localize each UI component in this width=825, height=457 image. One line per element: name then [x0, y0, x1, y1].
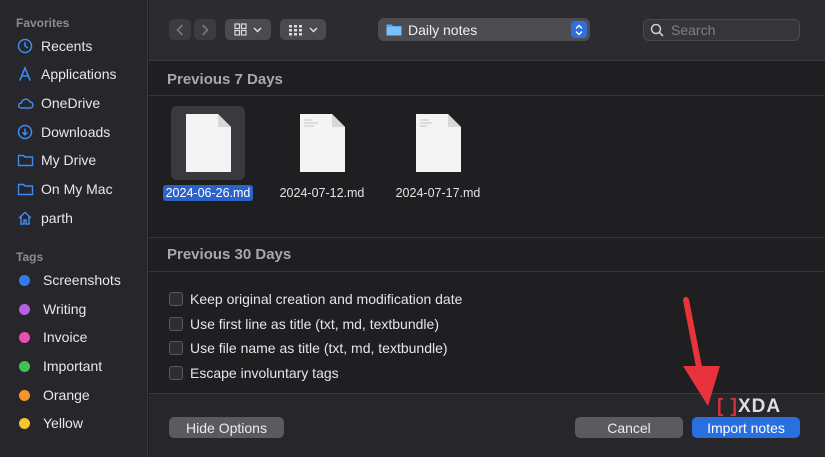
file-name: 2024-07-12.md — [279, 186, 365, 200]
forward-button[interactable] — [194, 19, 216, 40]
chevron-left-icon — [176, 23, 184, 36]
sidebar-item-applications[interactable]: Applications — [16, 62, 117, 86]
file-item[interactable]: 2024-06-26.md — [153, 106, 263, 206]
tag-color-dot — [19, 303, 30, 315]
sidebar-tag-invoice[interactable]: Invoice — [16, 325, 87, 349]
option-escape-tags[interactable]: Escape involuntary tags — [169, 363, 339, 383]
xda-logo-text: XDA — [737, 396, 782, 417]
file-item[interactable]: 2024-07-12.md — [267, 106, 377, 206]
grid-icon — [234, 23, 247, 36]
sidebar-item-label: parth — [41, 210, 73, 226]
file-browser: Previous 7 Days 2024-06-26.md 2024-07-12… — [149, 62, 825, 392]
checkbox[interactable] — [169, 292, 183, 306]
tag-color-dot — [19, 389, 30, 401]
checkbox[interactable] — [169, 366, 183, 380]
location-stepper — [571, 21, 587, 38]
folder-icon — [16, 151, 34, 169]
option-label: Keep original creation and modification … — [190, 291, 463, 307]
divider — [149, 95, 825, 96]
option-keep-date[interactable]: Keep original creation and modification … — [169, 289, 462, 309]
chevron-up-down-icon — [575, 24, 583, 35]
tags-heading: Tags — [16, 250, 44, 264]
sidebar-item-label: Important — [43, 358, 103, 374]
tag-color-dot — [19, 417, 30, 429]
clock-icon — [16, 37, 34, 55]
sidebar-tag-orange[interactable]: Orange — [16, 383, 90, 407]
folder-icon — [16, 180, 34, 198]
option-label: Escape involuntary tags — [190, 365, 339, 381]
document-icon — [285, 106, 359, 180]
sidebar-item-downloads[interactable]: Downloads — [16, 120, 110, 144]
tag-color-dot — [19, 360, 30, 372]
hide-options-button[interactable]: Hide Options — [169, 417, 284, 438]
file-name: 2024-06-26.md — [162, 185, 254, 201]
chevron-down-icon — [309, 26, 318, 33]
option-file-name-title[interactable]: Use file name as title (txt, md, textbun… — [169, 338, 448, 358]
sidebar-item-on-my-mac[interactable]: On My Mac — [16, 177, 113, 201]
group-view-button[interactable] — [280, 19, 326, 40]
chevron-down-icon — [253, 26, 262, 33]
sidebar-item-label: Screenshots — [43, 272, 121, 288]
sidebar-item-recents[interactable]: Recents — [16, 34, 92, 58]
search-input[interactable] — [671, 22, 791, 38]
checkbox[interactable] — [169, 317, 183, 331]
toolbar: Daily notes — [149, 0, 825, 61]
sidebar-item-label: Downloads — [41, 124, 111, 140]
tag-color-dot — [19, 331, 30, 343]
document-icon — [401, 106, 475, 180]
icon-view-button[interactable] — [225, 19, 271, 40]
location-label: Daily notes — [408, 21, 478, 38]
sidebar: Favorites Recents Applications OneDrive … — [0, 0, 148, 457]
sidebar-item-parth[interactable]: parth — [16, 206, 73, 230]
search-field[interactable] — [643, 19, 800, 41]
option-first-line-title[interactable]: Use first line as title (txt, md, textbu… — [169, 314, 439, 334]
sidebar-item-label: Yellow — [43, 415, 83, 431]
home-icon — [16, 209, 34, 227]
option-label: Use file name as title (txt, md, textbun… — [190, 340, 448, 356]
sidebar-item-label: Writing — [43, 301, 87, 317]
search-icon — [650, 23, 664, 37]
group-grid-icon — [289, 24, 302, 35]
xda-watermark: [ ]XDA — [717, 396, 781, 418]
sidebar-item-label: My Drive — [41, 152, 97, 168]
group-header: Previous 30 Days — [167, 245, 292, 263]
sidebar-item-label: OneDrive — [41, 95, 101, 111]
file-item[interactable]: 2024-07-17.md — [383, 106, 493, 206]
favorites-heading: Favorites — [16, 16, 70, 30]
document-icon — [171, 106, 245, 180]
sidebar-tag-important[interactable]: Important — [16, 354, 102, 378]
tag-color-dot — [19, 274, 30, 286]
sidebar-item-onedrive[interactable]: OneDrive — [16, 91, 100, 115]
sidebar-item-my-drive[interactable]: My Drive — [16, 148, 96, 172]
sidebar-item-label: Applications — [41, 66, 117, 82]
cloud-icon — [16, 94, 34, 112]
cancel-button[interactable]: Cancel — [575, 417, 683, 438]
sidebar-item-label: Recents — [41, 38, 93, 54]
option-label: Use first line as title (txt, md, textbu… — [190, 316, 439, 332]
sidebar-item-label: On My Mac — [41, 181, 113, 197]
sidebar-item-label: Invoice — [43, 329, 88, 345]
checkbox[interactable] — [169, 341, 183, 355]
xda-logo-bracket: [ ] — [717, 396, 738, 417]
download-icon — [16, 123, 34, 141]
applications-icon — [16, 65, 34, 83]
location-popup[interactable]: Daily notes — [378, 18, 590, 41]
sidebar-tag-yellow[interactable]: Yellow — [16, 411, 83, 435]
folder-icon — [386, 24, 402, 36]
group-header: Previous 7 Days — [167, 70, 283, 88]
divider — [149, 271, 825, 272]
back-button[interactable] — [169, 19, 191, 40]
sidebar-tag-writing[interactable]: Writing — [16, 297, 86, 321]
sidebar-item-label: Orange — [43, 387, 90, 403]
file-name: 2024-07-17.md — [395, 186, 481, 200]
import-notes-button[interactable]: Import notes — [692, 417, 800, 438]
chevron-right-icon — [201, 23, 209, 36]
sidebar-tag-screenshots[interactable]: Screenshots — [16, 268, 121, 292]
